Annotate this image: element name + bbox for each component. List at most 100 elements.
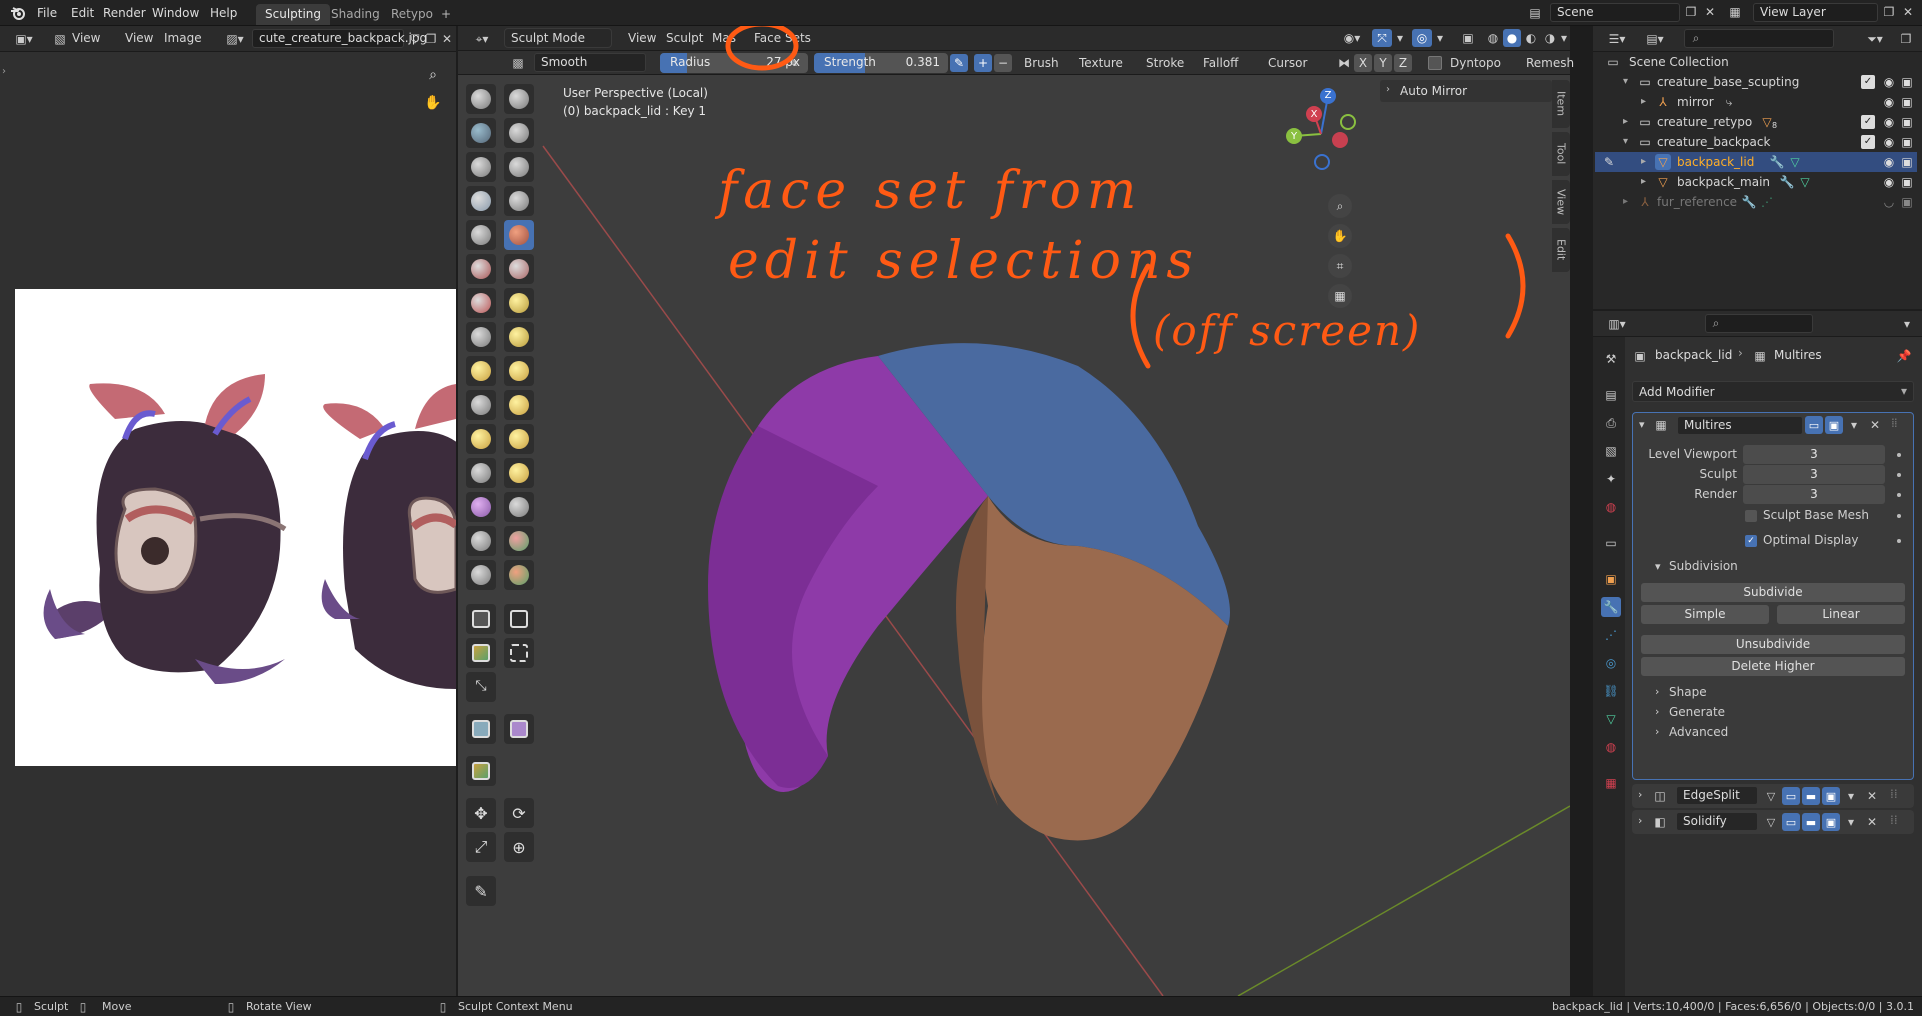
world-tab-icon[interactable]: ◍	[1601, 497, 1621, 517]
drag-handle-icon[interactable]: ⁞⁞	[1890, 787, 1898, 801]
properties-editor-type-icon[interactable]: ▥▾	[1603, 315, 1631, 333]
edgesplit-name-field[interactable]: EdgeSplit	[1676, 786, 1758, 805]
edgesplit-viewport-icon[interactable]: ▬	[1802, 787, 1820, 805]
scene-name-field[interactable]: Scene	[1550, 3, 1680, 22]
scene-tab-icon[interactable]: ✦	[1601, 469, 1621, 489]
image-view-mode-icon[interactable]: ▧	[52, 30, 68, 48]
viewport-pan-icon[interactable]: ✋	[1328, 224, 1352, 248]
solidify-options-icon[interactable]: ▾	[1844, 813, 1858, 831]
tab-sculpting[interactable]: Sculpting	[256, 4, 331, 25]
tool-tab-icon[interactable]: ⚒	[1601, 349, 1621, 369]
render-camera-icon[interactable]: ▣	[1899, 94, 1915, 110]
multires-remove-icon[interactable]: ✕	[1867, 416, 1883, 434]
scene-copy-icon[interactable]: ❐	[1683, 4, 1699, 20]
outliner-row-mirror[interactable]: ▸ ⅄ mirror ⤷ ◉ ▣	[1595, 92, 1917, 112]
material-tab-icon[interactable]: ◍	[1601, 737, 1621, 757]
modifier-tab-icon[interactable]: 🔧	[1601, 597, 1621, 617]
outliner-row-creature-base[interactable]: ▾ ▭ creature_base_scupting ✓ ◉ ▣	[1595, 72, 1917, 92]
shape-expand-icon[interactable]: ›	[1655, 685, 1659, 698]
texture-tab-icon[interactable]: ▦	[1601, 773, 1621, 793]
constraint-tab-icon[interactable]: ⛓	[1601, 681, 1621, 701]
image-view-dropdown[interactable]: View	[72, 26, 100, 50]
shape-subpanel[interactable]: Shape	[1669, 685, 1707, 699]
drag-handle-icon[interactable]: ⁞⁞	[1890, 813, 1898, 827]
drag-handle-icon[interactable]: ⁞⁞	[1891, 416, 1898, 430]
image-menu-image[interactable]: Image	[164, 26, 202, 50]
expand-arrow-icon[interactable]: ▾	[1623, 72, 1628, 92]
image-menu-view[interactable]: View	[125, 26, 153, 50]
image-name-field[interactable]: cute_creature_backpack.jpg	[252, 29, 427, 48]
editor-type-icon[interactable]: ▣▾	[10, 30, 38, 48]
edgesplit-options-icon[interactable]: ▾	[1844, 787, 1858, 805]
render-camera-icon[interactable]: ▣	[1899, 114, 1915, 130]
collection-tab-icon[interactable]: ▭	[1601, 533, 1621, 553]
outliner-row-creature-retypo[interactable]: ▸ ▭ creature_retypo ▽ 8 ✓ ◉ ▣	[1595, 112, 1917, 132]
include-checkbox-icon[interactable]: ✓	[1861, 75, 1875, 89]
level-viewport-field[interactable]: 3	[1743, 445, 1885, 464]
edgesplit-cage-icon[interactable]: ▽	[1762, 787, 1780, 805]
solidify-cage-icon[interactable]: ▽	[1762, 813, 1780, 831]
delete-higher-button[interactable]: Delete Higher	[1641, 657, 1905, 676]
viewport-camera-icon[interactable]: ⌗	[1328, 254, 1352, 278]
viewport-zoom-icon[interactable]: ⌕	[1328, 194, 1352, 218]
unsubdivide-button[interactable]: Unsubdivide	[1641, 635, 1905, 654]
outliner-row-fur-reference[interactable]: ▸ ⅄ fur_reference 🔧 ⋰ ◡ ▣	[1595, 192, 1917, 212]
image-browse-icon[interactable]: ▨▾	[222, 30, 248, 48]
viewport-3d[interactable]: ⌖▾ Sculpt Mode View Sculpt Mas Face Sets…	[458, 26, 1574, 996]
output-tab-icon[interactable]: ⎙	[1601, 413, 1621, 433]
render-camera-icon[interactable]: ▣	[1899, 194, 1915, 210]
keyframe-dot[interactable]	[1897, 514, 1901, 518]
multires-editmode-icon[interactable]: ▭	[1805, 416, 1823, 434]
auto-mirror-panel[interactable]: › Auto Mirror	[1380, 80, 1552, 102]
outliner-row-backpack-lid[interactable]: ✎ ▸ ▽ backpack_lid 🔧 ▽ ◉ ▣	[1595, 152, 1917, 172]
render-camera-icon[interactable]: ▣	[1899, 174, 1915, 190]
simple-button[interactable]: Simple	[1641, 605, 1769, 624]
advanced-subpanel[interactable]: Advanced	[1669, 725, 1728, 739]
data-tab-icon[interactable]: ▽	[1601, 709, 1621, 729]
view-layer-close-icon[interactable]: ✕	[1900, 4, 1916, 20]
sculpt-brush-icon[interactable]: ✎	[1601, 154, 1617, 170]
edgesplit-remove-icon[interactable]: ✕	[1864, 787, 1880, 805]
side-tab-view[interactable]: View	[1552, 180, 1570, 224]
menu-window[interactable]: Window	[152, 4, 199, 22]
side-tab-item[interactable]: Item	[1552, 80, 1570, 128]
side-tab-edit[interactable]: Edit	[1552, 228, 1570, 272]
zoom-icon[interactable]: ⌕	[422, 64, 444, 86]
expand-arrow-icon[interactable]: ▸	[1641, 92, 1646, 112]
advanced-expand-icon[interactable]: ›	[1655, 725, 1659, 738]
generate-expand-icon[interactable]: ›	[1655, 705, 1659, 718]
render-level-field[interactable]: 3	[1743, 485, 1885, 504]
physics-tab-icon[interactable]: ◎	[1601, 653, 1621, 673]
render-camera-icon[interactable]: ▣	[1899, 134, 1915, 150]
eye-icon[interactable]: ◉	[1881, 114, 1897, 130]
menu-file[interactable]: File	[37, 4, 57, 22]
eye-icon[interactable]: ◉	[1881, 154, 1897, 170]
solidify-render-icon[interactable]: ▣	[1822, 813, 1840, 831]
expand-arrow-icon[interactable]: ▸	[1641, 172, 1646, 192]
include-checkbox-icon[interactable]: ✓	[1861, 135, 1875, 149]
image-new-icon[interactable]: ❐	[424, 31, 438, 47]
expand-arrow-icon[interactable]: ▸	[1623, 112, 1628, 132]
outliner-row-creature-backpack[interactable]: ▾ ▭ creature_backpack ✓ ◉ ▣	[1595, 132, 1917, 152]
linear-button[interactable]: Linear	[1777, 605, 1905, 624]
optimal-display-checkbox[interactable]: ✓	[1745, 535, 1757, 547]
edgesplit-editmode-icon[interactable]: ▭	[1782, 787, 1800, 805]
render-tab-icon[interactable]: ▤	[1601, 385, 1621, 405]
side-tab-tool[interactable]: Tool	[1552, 132, 1570, 176]
view-layer-tab-icon[interactable]: ▧	[1601, 441, 1621, 461]
keyframe-dot[interactable]	[1897, 539, 1901, 543]
viewport-ortho-toggle-icon[interactable]: ▦	[1328, 284, 1352, 308]
keyframe-dot[interactable]	[1897, 493, 1901, 497]
eye-hidden-icon[interactable]: ◡	[1881, 194, 1897, 210]
generate-subpanel[interactable]: Generate	[1669, 705, 1725, 719]
particles-tab-icon[interactable]: ⋰	[1601, 625, 1621, 645]
outliner-display-mode-icon[interactable]: ▤▾	[1641, 30, 1669, 48]
image-close-icon[interactable]: ✕	[440, 31, 454, 47]
eye-icon[interactable]: ◉	[1881, 134, 1897, 150]
outliner-root[interactable]: ▭ Scene Collection	[1595, 52, 1917, 72]
solidify-remove-icon[interactable]: ✕	[1864, 813, 1880, 831]
expand-arrow-icon[interactable]: ▾	[1623, 132, 1628, 152]
view-layer-field[interactable]: View Layer	[1753, 3, 1878, 22]
keyframe-dot[interactable]	[1897, 473, 1901, 477]
expand-arrow-icon[interactable]: ▸	[1623, 192, 1628, 212]
